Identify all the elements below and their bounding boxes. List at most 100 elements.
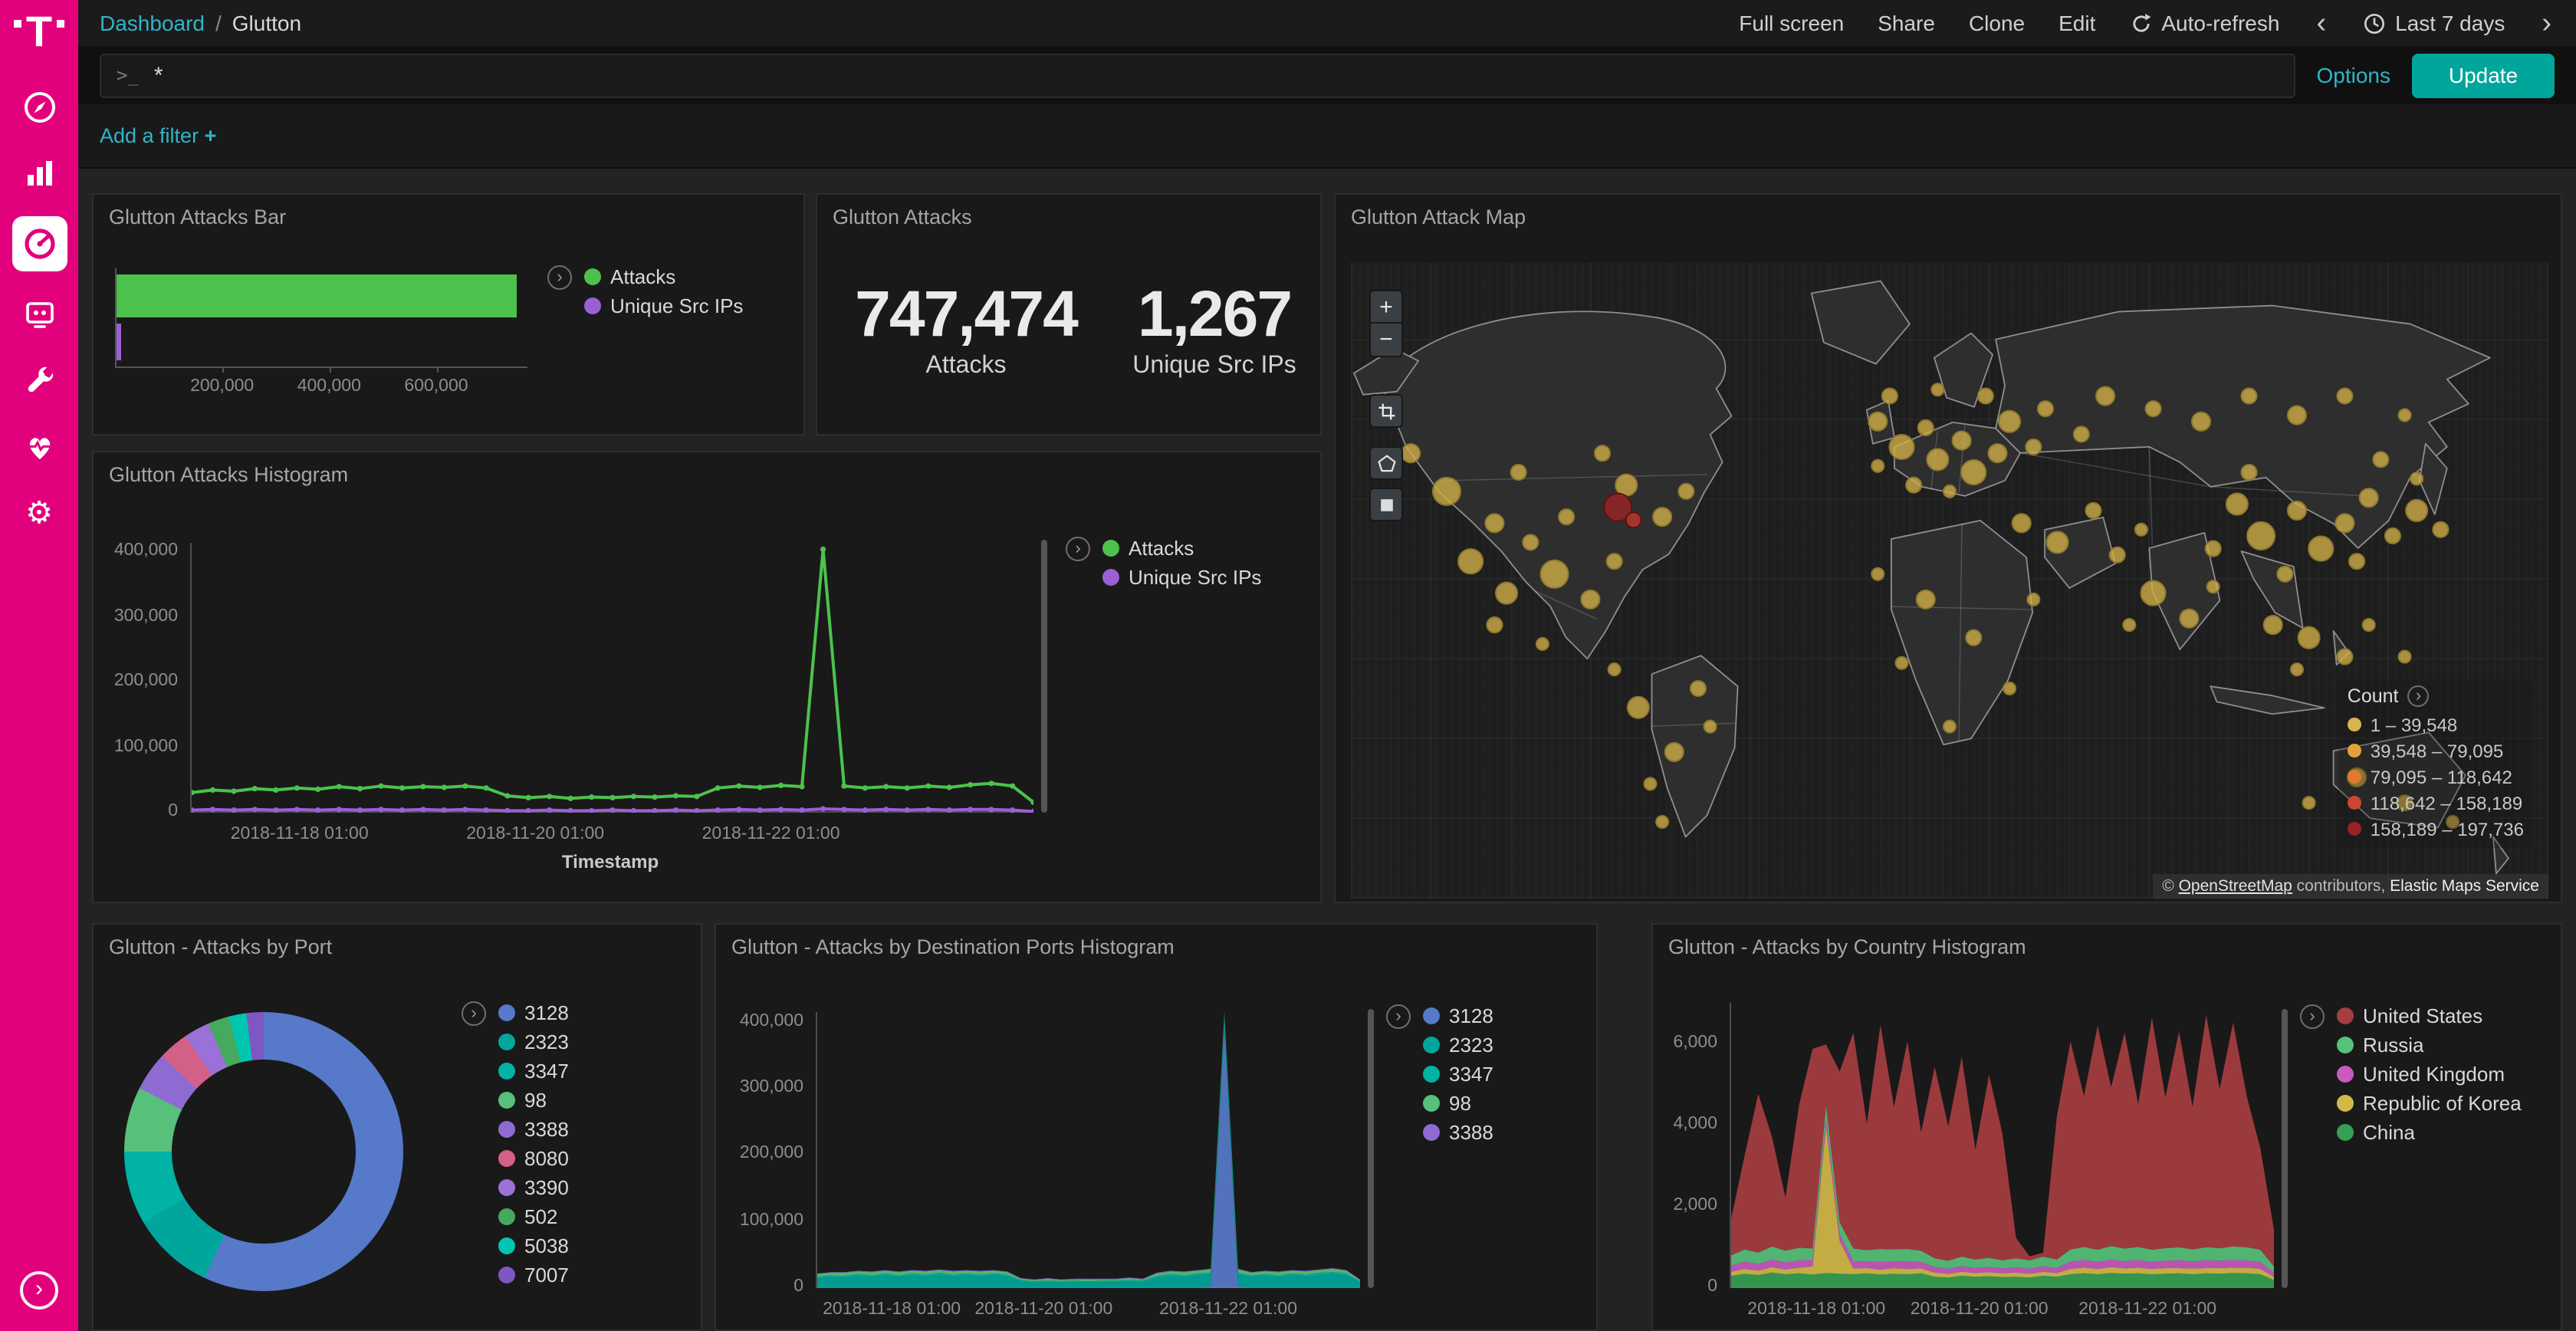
- attack-origin-point[interactable]: [1882, 388, 1898, 403]
- attack-origin-point[interactable]: [2123, 619, 2135, 631]
- full-screen-button[interactable]: Full screen: [1739, 11, 1844, 35]
- share-button[interactable]: Share: [1878, 11, 1935, 35]
- attack-origin-point[interactable]: [2337, 649, 2352, 665]
- attack-origin-point[interactable]: [1559, 509, 1574, 524]
- attack-origin-point[interactable]: [1978, 388, 1993, 403]
- zoom-out-button[interactable]: −: [1369, 324, 1403, 357]
- legend-item-3388[interactable]: 3388: [498, 1115, 569, 1144]
- attack-origin-point[interactable]: [2206, 541, 2221, 557]
- legend-item-98[interactable]: 98: [498, 1086, 569, 1115]
- breadcrumb-dashboard-link[interactable]: Dashboard: [100, 11, 205, 35]
- attack-origin-point[interactable]: [1931, 383, 1944, 396]
- edit-button[interactable]: Edit: [2058, 11, 2095, 35]
- legend-item-russia[interactable]: Russia: [2337, 1030, 2522, 1060]
- legend-item-republic-of-korea[interactable]: Republic of Korea: [2337, 1089, 2522, 1118]
- attack-origin-point[interactable]: [2013, 514, 2031, 532]
- time-back-button[interactable]: ‹: [2313, 8, 2329, 38]
- legend-item-98[interactable]: 98: [1423, 1089, 1493, 1118]
- attack-origin-point[interactable]: [1966, 630, 1981, 646]
- attack-origin-point[interactable]: [2349, 554, 2364, 569]
- legend-scrollbar[interactable]: [1368, 1009, 1374, 1288]
- attack-origin-point[interactable]: [1607, 554, 1622, 569]
- legend-item-3347[interactable]: 3347: [498, 1057, 569, 1086]
- attack-origin-point[interactable]: [2226, 493, 2248, 514]
- country-plot[interactable]: [1730, 1003, 2272, 1288]
- attack-origin-point[interactable]: [1691, 681, 1706, 696]
- legend-item-7007[interactable]: 7007: [498, 1260, 569, 1290]
- attack-origin-point[interactable]: [1628, 697, 1649, 718]
- time-forward-button[interactable]: ›: [2538, 8, 2555, 38]
- auto-refresh-button[interactable]: Auto-refresh: [2129, 11, 2279, 35]
- attack-origin-point[interactable]: [2303, 797, 2315, 809]
- attack-origin-point[interactable]: [1927, 449, 1948, 470]
- attack-origin-point[interactable]: [1871, 568, 1884, 580]
- legend-item-8080[interactable]: 8080: [498, 1144, 569, 1173]
- update-button[interactable]: Update: [2412, 53, 2555, 97]
- attack-origin-point[interactable]: [1485, 514, 1503, 532]
- attack-origin-point[interactable]: [2074, 426, 2089, 442]
- attack-origin-point[interactable]: [1999, 411, 2020, 432]
- attack-origin-point[interactable]: [2406, 500, 2427, 521]
- attack-origin-point[interactable]: [2096, 386, 2114, 405]
- attack-origin-point[interactable]: [1889, 435, 1914, 459]
- legend-item-unique-src-ips[interactable]: Unique Src IPs: [1102, 563, 1261, 592]
- sidebar-item-discover[interactable]: [13, 84, 65, 130]
- legend-toggle[interactable]: ›: [462, 1001, 486, 1026]
- legend-toggle[interactable]: ›: [1386, 1004, 1411, 1029]
- time-range-picker[interactable]: Last 7 days: [2363, 11, 2505, 35]
- legend-toggle[interactable]: ›: [2300, 1004, 2325, 1029]
- attacks-bar[interactable]: [117, 274, 517, 317]
- attack-origin-point[interactable]: [2277, 567, 2292, 582]
- attack-origin-point[interactable]: [2288, 406, 2306, 425]
- openstreetmap-link[interactable]: OpenStreetMap: [2179, 877, 2292, 896]
- attack-origin-point[interactable]: [1595, 445, 1610, 461]
- attack-origin-point[interactable]: [1961, 460, 1986, 485]
- attack-origin-point[interactable]: [1918, 420, 1934, 435]
- attack-origin-point[interactable]: [1608, 663, 1621, 675]
- attack-origin-point[interactable]: [1523, 534, 1538, 550]
- attack-origin-point[interactable]: [1906, 478, 1921, 493]
- attack-origin-point[interactable]: [2399, 651, 2411, 663]
- unique-src-ips-bar[interactable]: [117, 324, 121, 360]
- attack-origin-point[interactable]: [2146, 401, 2161, 416]
- legend-toggle[interactable]: ›: [1066, 537, 1090, 561]
- attack-origin-point[interactable]: [1401, 444, 1420, 462]
- attack-origin-point[interactable]: [2038, 401, 2053, 416]
- attack-origin-point[interactable]: [2110, 547, 2125, 563]
- attack-origin-point[interactable]: [2085, 503, 2101, 518]
- sidebar-item-management[interactable]: ⚙: [13, 489, 65, 535]
- attack-origin-point[interactable]: [2337, 388, 2352, 403]
- attack-origin-point[interactable]: [1496, 583, 1517, 604]
- attacks-histogram-plot[interactable]: [190, 543, 1032, 813]
- zoom-in-button[interactable]: +: [1369, 290, 1403, 324]
- legend-item-2323[interactable]: 2323: [1423, 1030, 1493, 1060]
- attack-origin-point[interactable]: [2385, 528, 2400, 544]
- legend-scrollbar[interactable]: [1041, 540, 1047, 813]
- fit-bounds-button[interactable]: [1369, 394, 1403, 428]
- legend-item-unique-src-ips[interactable]: Unique Src IPs: [584, 291, 743, 320]
- attack-origin-point[interactable]: [2247, 522, 2275, 550]
- attack-origin-point[interactable]: [2192, 412, 2210, 431]
- attack-origin-point[interactable]: [1626, 512, 1641, 527]
- attack-origin-point[interactable]: [1988, 444, 2006, 462]
- sidebar-item-dashboard[interactable]: [12, 216, 67, 271]
- legend-item-3347[interactable]: 3347: [1423, 1060, 1493, 1089]
- sidebar-item-dev-tools[interactable]: [13, 357, 65, 403]
- elastic-maps-service-link[interactable]: Elastic Maps Service: [2390, 877, 2539, 896]
- attack-origin-point[interactable]: [1871, 460, 1884, 472]
- attack-origin-point[interactable]: [1944, 485, 1956, 498]
- attack-origin-point[interactable]: [1678, 484, 1694, 499]
- attack-origin-point[interactable]: [1511, 465, 1526, 480]
- attack-origin-point[interactable]: [2410, 472, 2423, 485]
- attack-origin-point[interactable]: [2264, 616, 2282, 634]
- options-link[interactable]: Options: [2317, 63, 2391, 87]
- add-filter-link[interactable]: Add a filter +: [100, 124, 216, 147]
- attack-origin-point[interactable]: [1653, 508, 1671, 526]
- attack-origin-point[interactable]: [2360, 488, 2378, 507]
- legend-toggle[interactable]: ›: [547, 265, 572, 290]
- attack-origin-point[interactable]: [2047, 531, 2068, 553]
- dest-ports-plot[interactable]: [816, 1012, 1359, 1288]
- attack-origin-point[interactable]: [2141, 581, 2166, 606]
- legend-item-2323[interactable]: 2323: [498, 1027, 569, 1057]
- legend-item-3390[interactable]: 3390: [498, 1173, 569, 1202]
